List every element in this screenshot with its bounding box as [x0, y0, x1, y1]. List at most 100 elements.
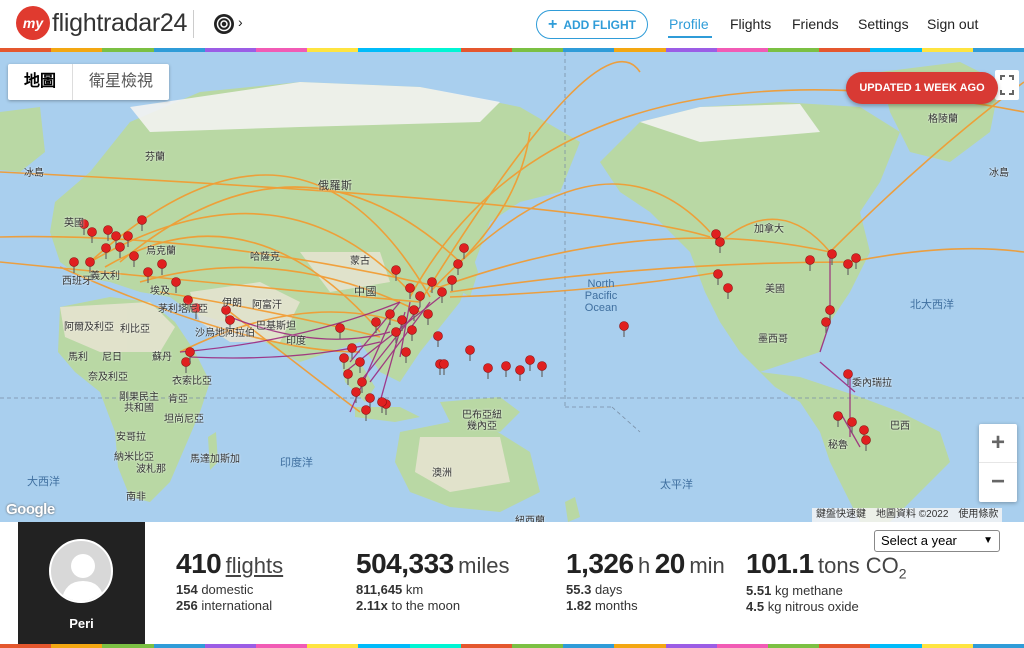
airport-pin[interactable]: [439, 359, 449, 369]
airport-pin[interactable]: [171, 277, 181, 287]
miles-unit: miles: [458, 553, 510, 578]
airport-pin[interactable]: [825, 305, 835, 315]
airport-pin[interactable]: [437, 287, 447, 297]
airport-pin[interactable]: [465, 345, 475, 355]
airport-pin[interactable]: [157, 259, 167, 269]
airport-pin[interactable]: [351, 387, 361, 397]
airport-pin[interactable]: [715, 237, 725, 247]
airport-pin[interactable]: [833, 411, 843, 421]
nav-profile[interactable]: Profile: [669, 16, 709, 32]
airport-pin[interactable]: [515, 365, 525, 375]
airport-pin[interactable]: [123, 231, 133, 241]
airport-pin[interactable]: [723, 283, 733, 293]
airport-pin[interactable]: [371, 317, 381, 327]
flights-link[interactable]: flights: [226, 553, 283, 578]
nav-sign-out[interactable]: Sign out: [927, 16, 978, 32]
airport-pin[interactable]: [805, 255, 815, 265]
airport-pin[interactable]: [415, 291, 425, 301]
airport-pin[interactable]: [407, 325, 417, 335]
airport-pin[interactable]: [401, 347, 411, 357]
stats-panel: Peri 410 flights 154 domestic 256 intern…: [18, 522, 1006, 644]
flightradar24-logo[interactable]: my flightradar24: [16, 6, 187, 40]
airport-pin[interactable]: [385, 309, 395, 319]
airport-pin[interactable]: [357, 377, 367, 387]
airport-pin[interactable]: [711, 229, 721, 239]
airport-pin[interactable]: [185, 347, 195, 357]
zoom-out-button[interactable]: −: [979, 463, 1017, 502]
methane-value: 5.51: [746, 583, 772, 599]
airport-pin[interactable]: [137, 215, 147, 225]
airport-pin[interactable]: [181, 357, 191, 367]
map-type-map-button[interactable]: 地圖: [8, 64, 74, 100]
map-label-spain: 西班牙: [62, 276, 92, 287]
airport-pin[interactable]: [391, 327, 401, 337]
airport-pin[interactable]: [453, 259, 463, 269]
airport-pin[interactable]: [87, 227, 97, 237]
airport-pin[interactable]: [427, 277, 437, 287]
airport-pin[interactable]: [377, 397, 387, 407]
airport-pin[interactable]: [101, 243, 111, 253]
nav-friends[interactable]: Friends: [792, 16, 839, 32]
fullscreen-button[interactable]: [995, 70, 1019, 100]
nav-settings[interactable]: Settings: [858, 16, 909, 32]
terms-link[interactable]: 使用條款: [958, 508, 998, 522]
airport-pin[interactable]: [103, 225, 113, 235]
airport-pin[interactable]: [115, 242, 125, 252]
airport-pin[interactable]: [409, 305, 419, 315]
airport-pin[interactable]: [619, 321, 629, 331]
plus-icon: +: [548, 15, 558, 33]
airport-pin[interactable]: [391, 265, 401, 275]
moon-multiple: 2.11x: [356, 598, 388, 613]
airport-pin[interactable]: [129, 251, 139, 261]
airport-pin[interactable]: [459, 243, 469, 253]
airport-pin[interactable]: [365, 393, 375, 403]
airport-pin[interactable]: [361, 405, 371, 415]
add-flight-button[interactable]: + ADD FLIGHT: [536, 10, 648, 39]
airport-pin[interactable]: [111, 231, 121, 241]
airport-pin[interactable]: [525, 355, 535, 365]
zoom-in-button[interactable]: +: [979, 424, 1017, 463]
airport-pin[interactable]: [483, 363, 493, 373]
nav-flights[interactable]: Flights: [730, 16, 771, 32]
airport-pin[interactable]: [851, 253, 861, 263]
airport-pin[interactable]: [537, 361, 547, 371]
map-label-finland: 芬蘭: [145, 152, 165, 163]
co2-stat: 101.1 tons CO2 5.51 kg methane 4.5 kg ni…: [746, 548, 907, 615]
airport-pin[interactable]: [859, 425, 869, 435]
airport-pin[interactable]: [85, 257, 95, 267]
airport-pin[interactable]: [405, 283, 415, 293]
nav-profile-underline: [668, 36, 712, 38]
updated-badge[interactable]: UPDATED 1 WEEK AGO: [846, 72, 998, 104]
airport-pin[interactable]: [713, 269, 723, 279]
airport-pin[interactable]: [501, 361, 511, 371]
airport-pin[interactable]: [335, 323, 345, 333]
avatar[interactable]: [49, 539, 113, 603]
international-count: 256: [176, 598, 198, 613]
google-logo[interactable]: Google: [6, 501, 55, 518]
airport-pin[interactable]: [69, 257, 79, 267]
airport-pin[interactable]: [447, 275, 457, 285]
map-label-france: 義大利: [90, 271, 120, 282]
airport-pin[interactable]: [827, 249, 837, 259]
airport-pin[interactable]: [843, 259, 853, 269]
map-label-sudan: 蘇丹: [152, 352, 172, 363]
map-label-ukraine: 烏克蘭: [146, 246, 176, 257]
radar-menu-icon[interactable]: [213, 13, 235, 35]
airport-pin[interactable]: [861, 435, 871, 445]
keyboard-shortcuts-link[interactable]: 鍵盤快速鍵: [816, 508, 866, 522]
year-select[interactable]: Select a year ▼: [874, 530, 1000, 552]
airport-pin[interactable]: [343, 369, 353, 379]
airport-pin[interactable]: [821, 317, 831, 327]
airport-pin[interactable]: [433, 331, 443, 341]
airport-pin[interactable]: [423, 309, 433, 319]
airport-pin[interactable]: [143, 267, 153, 277]
map-type-satellite-button[interactable]: 衛星檢視: [73, 64, 169, 100]
radar-menu-chevron[interactable]: ›: [238, 14, 243, 30]
km-unit: km: [405, 582, 424, 597]
airport-pin[interactable]: [339, 353, 349, 363]
airport-pin[interactable]: [355, 357, 365, 367]
airport-pin[interactable]: [347, 343, 357, 353]
flight-map[interactable]: 冰島 冰島 芬蘭 俄羅斯 英國 烏克蘭 義大利 西班牙 哈薩克 蒙古 中國 埃及…: [0, 52, 1024, 522]
airport-pin[interactable]: [397, 315, 407, 325]
airport-pin[interactable]: [847, 417, 857, 427]
